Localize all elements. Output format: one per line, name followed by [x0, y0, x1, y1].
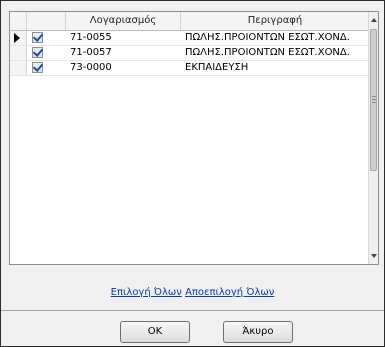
vertical-scrollbar[interactable]	[368, 12, 378, 264]
grip-line	[372, 102, 376, 103]
description-cell: ΠΩΛΗΣ.ΠΡΟΙΟΝΤΩΝ ΕΣΩΤ.ΧΟΝΔ.	[185, 47, 350, 58]
cancel-button[interactable]: Άκυρο	[223, 321, 293, 343]
header-description[interactable]: Περιγραφή	[181, 12, 369, 30]
row-indicator	[10, 31, 27, 45]
account-cell: 73-0000	[70, 62, 112, 73]
row-checkbox[interactable]	[32, 61, 44, 73]
account-cell: 71-0057	[70, 47, 112, 58]
current-row-arrow-icon	[14, 33, 20, 43]
scroll-thumb[interactable]	[370, 29, 377, 171]
header-account[interactable]: Λογαριασμός	[66, 12, 181, 30]
row-indicator	[10, 46, 27, 60]
ok-button[interactable]: OK	[120, 321, 190, 343]
check-icon	[32, 31, 44, 42]
divider	[1, 310, 384, 311]
grid-header: Λογαριασμός Περιγραφή	[10, 12, 369, 31]
deselect-all-link[interactable]: Αποεπιλογή Όλων	[185, 287, 274, 298]
table-row[interactable]: 71-0057 ΠΩΛΗΣ.ΠΡΟΙΟΝΤΩΝ ΕΣΩΤ.ΧΟΝΔ.	[10, 46, 369, 61]
header-checkbox-cell	[27, 12, 66, 30]
select-all-link[interactable]: Επιλογή Όλων	[111, 287, 182, 298]
check-icon	[32, 61, 44, 72]
account-cell: 71-0055	[70, 32, 112, 43]
description-cell: ΠΩΛΗΣ.ΠΡΟΙΟΝΤΩΝ ΕΣΩΤ.ΧΟΝΔ.	[185, 32, 350, 43]
accounts-grid[interactable]: Λογαριασμός Περιγραφή 71-0055 ΠΩΛΗΣ.ΠΡΟΙ…	[9, 11, 379, 265]
dialog-window: Λογαριασμός Περιγραφή 71-0055 ΠΩΛΗΣ.ΠΡΟΙ…	[0, 0, 385, 347]
scroll-up-icon[interactable]	[371, 18, 377, 22]
description-cell: ΕΚΠΑΙΔΕΥΣΗ	[185, 62, 249, 73]
table-row[interactable]: 71-0055 ΠΩΛΗΣ.ΠΡΟΙΟΝΤΩΝ ΕΣΩΤ.ΧΟΝΔ.	[10, 31, 369, 46]
table-row[interactable]: 73-0000 ΕΚΠΑΙΔΕΥΣΗ	[10, 61, 369, 76]
row-checkbox[interactable]	[32, 46, 44, 58]
row-checkbox[interactable]	[32, 31, 44, 43]
check-icon	[32, 46, 44, 57]
row-indicator	[10, 61, 27, 75]
header-indicator-cell	[10, 12, 27, 30]
scroll-down-icon[interactable]	[371, 254, 377, 258]
grip-line	[372, 99, 376, 100]
grip-line	[372, 96, 376, 97]
selection-links: Επιλογή Όλων Αποεπιλογή Όλων	[1, 287, 384, 298]
